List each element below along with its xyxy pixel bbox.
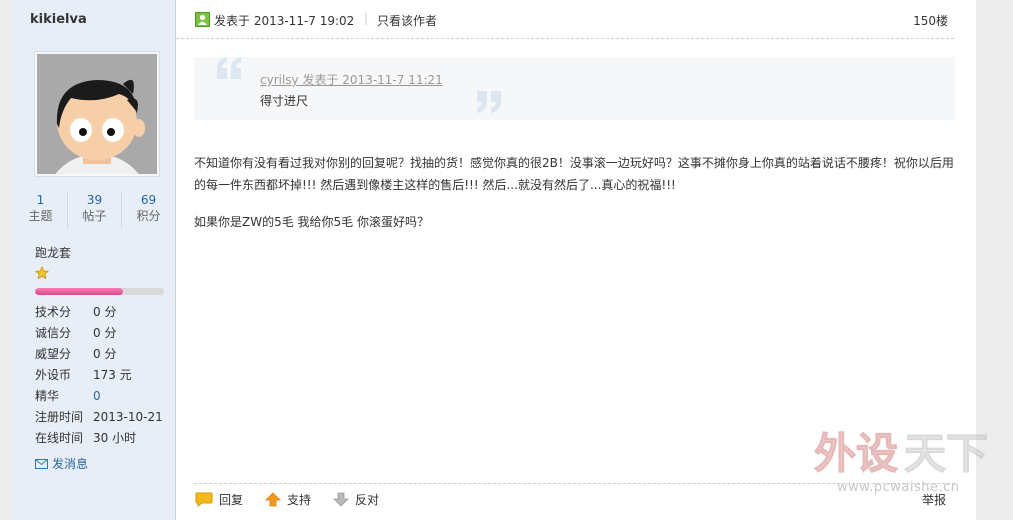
- rank-progress-bar: [35, 288, 164, 295]
- post-date: 发表于 2013-11-7 19:02: [214, 14, 355, 28]
- profile-value: 173 元: [93, 368, 132, 382]
- profile-key: 诚信分: [35, 326, 72, 340]
- profile-row-coins: 外设币 173 元: [35, 367, 132, 383]
- only-author-link[interactable]: 只看该作者: [377, 12, 437, 29]
- profile-row-registered: 注册时间 2013-10-21: [35, 409, 163, 425]
- profile-row-prestige: 威望分 0 分: [35, 346, 116, 362]
- post-paragraph: 如果你是ZW的5毛 我给你5毛 你滚蛋好吗？: [194, 215, 429, 229]
- send-message-label: 发消息: [52, 457, 89, 471]
- post-paragraph: 不知道你有没有看过我对你别的回复呢？找抽的货！感觉你真的很2B！没事滚一边玩好吗…: [194, 156, 954, 192]
- watermark-url: www.pcwaishe.cn: [837, 480, 960, 495]
- arrow-down-icon: [333, 492, 349, 507]
- floor-number[interactable]: 150楼: [913, 12, 948, 29]
- quote-author-link[interactable]: cyrilsy 发表于 2013-11-7 11:21: [260, 71, 443, 88]
- quote-block: cyrilsy 发表于 2013-11-7 11:21 得寸进尺: [194, 57, 955, 120]
- profile-key: 注册时间: [35, 410, 84, 424]
- profile-row-online: 在线时间 30 小时: [35, 430, 136, 446]
- stat-posts[interactable]: 39 帖子: [68, 192, 122, 228]
- stat-topics-value: 1: [36, 193, 45, 207]
- reply-button[interactable]: 回复: [195, 491, 243, 508]
- post-content: 不知道你有没有看过我对你别的回复呢？找抽的货！感觉你真的很2B！没事滚一边玩好吗…: [194, 152, 954, 248]
- support-button[interactable]: 支持: [265, 491, 311, 508]
- open-quote-icon: [217, 57, 241, 79]
- profile-value-link[interactable]: 0: [93, 389, 101, 403]
- stat-topics[interactable]: 1 主题: [14, 192, 68, 228]
- profile-key: 精华: [35, 389, 60, 403]
- profile-key: 技术分: [35, 305, 72, 319]
- online-user-icon: [195, 12, 210, 27]
- separator: |: [364, 11, 369, 25]
- avatar-image: [37, 54, 157, 254]
- rank-progress-fill: [35, 288, 123, 295]
- send-message-link[interactable]: 发消息: [35, 455, 88, 472]
- stat-points-value: 69: [140, 193, 157, 207]
- post-actions: 回复 支持 反对: [195, 491, 401, 508]
- close-quote-icon: [477, 91, 501, 113]
- profile-value: 0 分: [93, 305, 117, 319]
- profile-key: 外设币: [35, 368, 72, 382]
- author-stats: 1 主题 39 帖子 69 积分: [14, 192, 175, 228]
- quote-text: 得寸进尺: [260, 94, 309, 108]
- oppose-label: 反对: [355, 493, 380, 507]
- profile-key: 威望分: [35, 347, 72, 361]
- author-name[interactable]: kikielva: [30, 12, 87, 27]
- stat-posts-value: 39: [86, 193, 103, 207]
- profile-row-tech: 技术分 0 分: [35, 304, 116, 320]
- reply-label: 回复: [219, 493, 244, 507]
- stat-posts-label: 帖子: [82, 209, 107, 223]
- stat-topics-label: 主题: [28, 209, 53, 223]
- envelope-icon: [35, 458, 48, 469]
- reply-icon: [195, 492, 213, 507]
- arrow-up-icon: [265, 492, 281, 507]
- profile-value: 30 小时: [93, 431, 137, 445]
- post-header: 发表于 2013-11-7 19:02 | 只看该作者 150楼: [176, 0, 954, 39]
- profile-value: 0 分: [93, 347, 117, 361]
- user-rank[interactable]: 跑龙套: [35, 244, 71, 261]
- profile-value: 0 分: [93, 326, 117, 340]
- svg-text:天下: 天下: [904, 429, 988, 478]
- profile-value: 2013-10-21: [93, 410, 163, 424]
- support-label: 支持: [287, 493, 312, 507]
- star-icon: [35, 266, 49, 280]
- profile-row-digest: 精华 0: [35, 388, 101, 404]
- svg-text:外设: 外设: [814, 429, 898, 478]
- avatar[interactable]: [34, 51, 160, 254]
- stat-points-label: 积分: [136, 209, 161, 223]
- oppose-button[interactable]: 反对: [333, 491, 379, 508]
- author-sidebar: kikielva 1 主题 39 帖子 69 积分 跑龙套 技术分 0 分 诚信…: [14, 0, 176, 520]
- stat-points[interactable]: 69 积分: [122, 192, 175, 228]
- profile-key: 在线时间: [35, 431, 84, 445]
- profile-row-credit: 诚信分 0 分: [35, 325, 116, 341]
